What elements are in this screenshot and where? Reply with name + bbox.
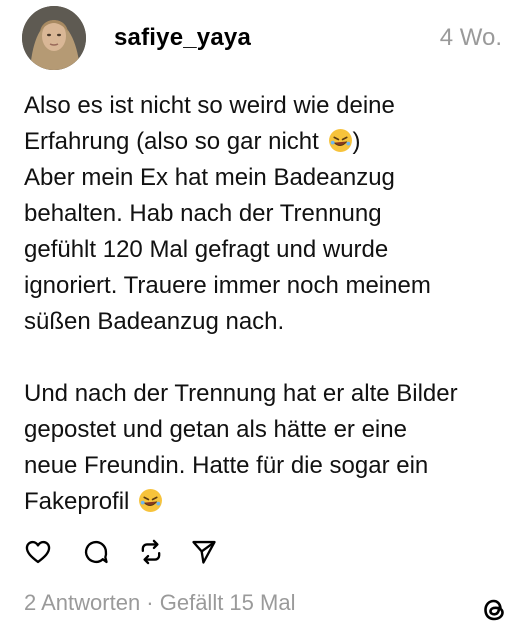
post-stats[interactable]: 2 Antworten · Gefällt 15 Mal xyxy=(24,590,295,616)
post-line: süßen Badeanzug nach. xyxy=(24,308,285,335)
post-line: Erfahrung (also so gar nicht xyxy=(24,128,326,155)
rolling-on-floor-laughing-emoji xyxy=(139,489,163,512)
threads-logo-icon xyxy=(484,599,504,621)
post-body: Also es ist nicht so weird wie deine Erf… xyxy=(24,88,509,520)
post-timestamp: 4 Wo. xyxy=(439,24,502,51)
post-line: Also es ist nicht so weird wie deine xyxy=(24,92,395,119)
post-line: neue Freundin. Hatte für die sogar ein xyxy=(24,452,429,479)
post-line: Fakeprofil xyxy=(24,488,137,515)
username[interactable]: safiye_yaya xyxy=(114,24,251,52)
comment-icon[interactable] xyxy=(82,538,110,566)
post-line: behalten. Hab nach der Trennung xyxy=(24,200,382,227)
rolling-on-floor-laughing-emoji xyxy=(328,129,352,152)
post-line: ignoriert. Trauere immer noch meinem xyxy=(24,272,431,299)
post-line-suffix: ) xyxy=(352,128,361,155)
post-line: gefühlt 120 Mal gefragt und wurde xyxy=(24,236,389,263)
post-header: safiye_yaya 4 Wo. xyxy=(22,6,508,70)
send-icon[interactable] xyxy=(190,538,218,566)
post-line: Und nach der Trennung hat er alte Bilder xyxy=(24,380,458,407)
post-line: Aber mein Ex hat mein Badeanzug xyxy=(24,164,395,191)
avatar[interactable] xyxy=(22,6,86,70)
heart-icon[interactable] xyxy=(24,538,52,566)
repost-icon[interactable] xyxy=(137,538,165,566)
post-line: gepostet und getan als hätte er eine xyxy=(24,416,407,443)
